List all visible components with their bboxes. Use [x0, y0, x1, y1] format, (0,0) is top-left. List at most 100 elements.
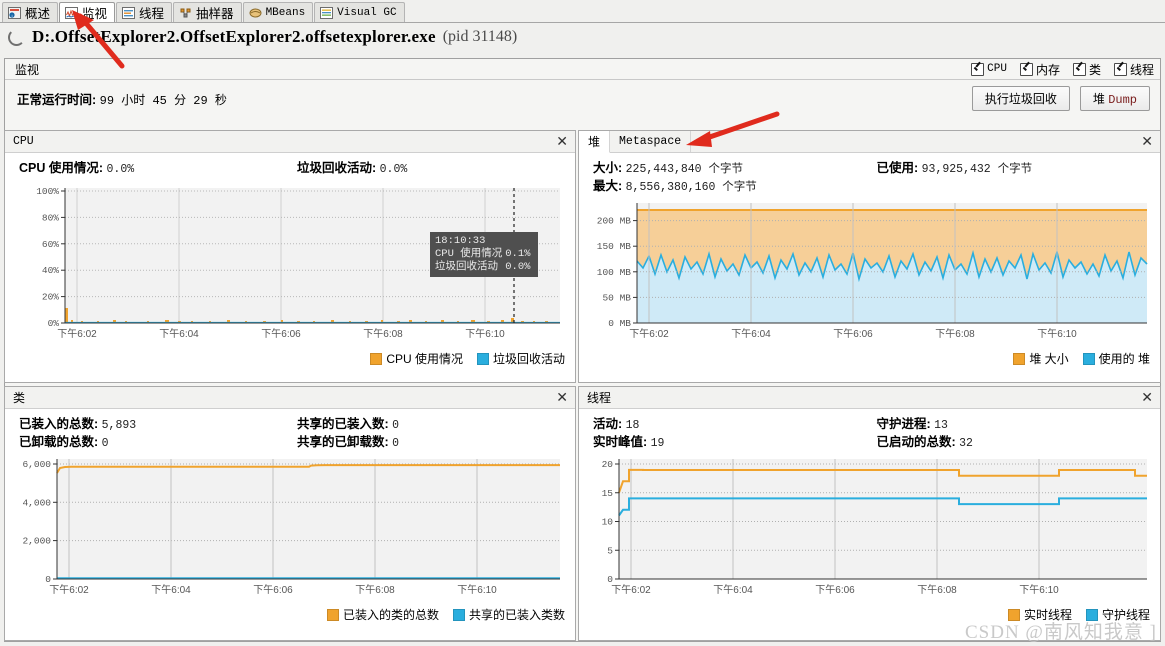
- stat-total-started: 已启动的总数: 32: [877, 434, 1161, 452]
- tab-mbeans[interactable]: MBeans: [242, 2, 314, 22]
- stat-heap-used: 已使用: 93,925,432 个字节: [877, 160, 1161, 178]
- checkbox-label: 类: [1088, 62, 1101, 77]
- legend-item-heap-size: 堆 大小: [1013, 350, 1069, 367]
- legend-item-gc-activity: 垃圾回收活动: [476, 350, 565, 367]
- svg-text:下午6:02: 下午6:02: [629, 327, 669, 340]
- uptime-label: 正常运行时间:: [17, 92, 97, 107]
- legend-swatch: [326, 608, 339, 621]
- close-icon[interactable]: ✕: [1141, 134, 1153, 148]
- legend-label: CPU 使用情况: [386, 352, 463, 366]
- svg-text:0 MB: 0 MB: [608, 318, 631, 329]
- stat-label: 已使用:: [876, 161, 919, 175]
- svg-text:下午6:10: 下午6:10: [465, 327, 505, 340]
- stat-value: 225,443,840 个字节: [625, 163, 743, 176]
- classes-chart[interactable]: 6,000 4,000 2,000 0 下午6:02 下午6:04 下午6:06 下午6…: [5, 454, 575, 606]
- process-pid: (pid 31148): [442, 28, 518, 45]
- tab-visual-gc[interactable]: Visual GC: [314, 2, 405, 22]
- checkbox-box: [1019, 62, 1033, 76]
- tooltip-row-label: CPU 使用情况: [435, 248, 503, 260]
- checkbox-cpu[interactable]: CPU: [971, 62, 1007, 76]
- close-icon[interactable]: ✕: [1141, 390, 1153, 404]
- classes-stats: 已装入的总数: 5,893 共享的已装入数: 0 已卸载的总数: 0 共享的已卸…: [5, 409, 575, 454]
- tab-threads[interactable]: 线程: [116, 2, 173, 22]
- stat-label: 最大:: [593, 179, 623, 193]
- tab-label: Visual GC: [337, 6, 397, 19]
- legend-item-cpu-usage: CPU 使用情况: [370, 350, 463, 367]
- action-buttons: 执行垃圾回收 堆 Dump: [971, 85, 1150, 111]
- uptime-value: 99 小时 45 分 29 秒: [99, 93, 227, 108]
- monitor-icon: [65, 6, 79, 19]
- legend-label: 使用的 堆: [1098, 352, 1150, 366]
- stat-label: 已装入的总数:: [19, 417, 99, 431]
- tab-overview[interactable]: i 概述: [2, 2, 59, 22]
- stat-live-threads: 活动: 18: [593, 416, 877, 434]
- heap-dump-label-suffix: Dump: [1108, 92, 1137, 107]
- svg-text:6,000: 6,000: [22, 459, 51, 470]
- classes-legend: 已装入的类的总数 共享的已装入类数: [5, 606, 575, 623]
- tooltip-row-value: 0.1%: [505, 248, 531, 260]
- svg-text:下午6:02: 下午6:02: [49, 583, 89, 596]
- svg-text:10: 10: [602, 517, 614, 528]
- stat-heap-size: 大小: 225,443,840 个字节: [593, 160, 877, 178]
- svg-text:150 MB: 150 MB: [597, 241, 632, 252]
- cpu-chart[interactable]: 100% 80% 60% 40% 20% 0% 下午6:02 下午6:04 下午6:06…: [5, 180, 575, 350]
- perform-gc-button[interactable]: 执行垃圾回收: [971, 85, 1070, 111]
- heap-dump-label: 堆: [1092, 91, 1105, 106]
- stat-total-loaded: 已装入的总数: 5,893: [19, 416, 297, 434]
- svg-text:下午6:06: 下午6:06: [815, 583, 855, 596]
- stat-label: 已卸载的总数:: [19, 435, 99, 449]
- stat-value: 19: [650, 437, 665, 450]
- legend-swatch: [452, 608, 465, 621]
- stat-heap-max: 最大: 8,556,380,160 个字节: [593, 178, 877, 196]
- checkbox-box: [1072, 62, 1086, 76]
- heap-chart[interactable]: 200 MB 150 MB 100 MB 50 MB 0 MB 下午6:02 下午6:…: [579, 198, 1160, 350]
- tooltip-time: 18:10:33: [435, 235, 486, 247]
- cpu-legend: CPU 使用情况 垃圾回收活动: [5, 350, 575, 367]
- tab-label: 概述: [25, 7, 51, 21]
- svg-text:下午6:04: 下午6:04: [731, 327, 771, 340]
- svg-text:40%: 40%: [42, 265, 59, 276]
- threads-card-header: 线程 ✕: [579, 387, 1160, 409]
- checkbox-threads[interactable]: 线程: [1113, 61, 1154, 78]
- svg-text:0: 0: [45, 574, 51, 585]
- legend-swatch: [1013, 352, 1026, 365]
- monitor-panel-header: 监视 CPU 内存 类 线程: [5, 59, 1160, 80]
- heap-dump-button[interactable]: 堆 Dump: [1079, 85, 1150, 111]
- threads-chart[interactable]: 20 15 10 5 0 下午6:02 下午6:04 下午6:06 下午6:08 下午6:…: [579, 454, 1160, 606]
- stat-value: 5,893: [101, 419, 137, 432]
- svg-text:下午6:02: 下午6:02: [611, 583, 651, 596]
- tab-monitor[interactable]: 监视: [59, 2, 116, 22]
- checkbox-label: CPU: [987, 63, 1007, 75]
- classes-card-title: 类: [13, 391, 26, 405]
- stat-label: CPU 使用情况:: [19, 161, 104, 175]
- heap-legend: 堆 大小 使用的 堆: [579, 350, 1160, 367]
- tab-heap[interactable]: 堆: [579, 131, 611, 153]
- svg-text:100%: 100%: [36, 186, 59, 197]
- tab-metaspace[interactable]: Metaspace: [610, 131, 692, 152]
- stat-label: 共享的已卸载数:: [297, 435, 389, 449]
- stat-value: 18: [625, 419, 640, 432]
- classes-card: 类 ✕ 已装入的总数: 5,893 共享的已装入数: 0 已卸载的总数: 0 共…: [4, 386, 576, 641]
- svg-text:下午6:10: 下午6:10: [1037, 327, 1077, 340]
- heap-card: 堆 Metaspace ✕ 大小: 225,443,840 个字节 已使用: 9…: [578, 130, 1161, 383]
- svg-text:下午6:10: 下午6:10: [457, 583, 497, 596]
- svg-text:20%: 20%: [42, 292, 59, 303]
- svg-text:0: 0: [607, 574, 613, 585]
- legend-item-heap-used: 使用的 堆: [1082, 350, 1150, 367]
- close-icon[interactable]: ✕: [556, 134, 568, 148]
- close-icon[interactable]: ✕: [556, 390, 568, 404]
- checkbox-memory[interactable]: 内存: [1019, 61, 1060, 78]
- threads-stats: 活动: 18 守护进程: 13 实时峰值: 19 已启动的总数: 32: [579, 409, 1160, 454]
- threads-icon: [122, 6, 136, 19]
- tab-sampler[interactable]: 抽样器: [173, 2, 242, 22]
- uptime: 正常运行时间: 99 小时 45 分 29 秒: [17, 89, 227, 108]
- checkbox-classes[interactable]: 类: [1072, 61, 1101, 78]
- sampler-icon: [179, 7, 192, 19]
- checkbox-label: 内存: [1035, 62, 1060, 77]
- svg-text:2,000: 2,000: [22, 536, 51, 547]
- stat-label: 已启动的总数:: [876, 435, 956, 449]
- threads-card: 线程 ✕ 活动: 18 守护进程: 13 实时峰值: 19 已启动的总数: 32…: [578, 386, 1161, 641]
- checkbox-box: [1113, 62, 1127, 76]
- legend-swatch: [476, 352, 489, 365]
- svg-text:5: 5: [607, 545, 613, 556]
